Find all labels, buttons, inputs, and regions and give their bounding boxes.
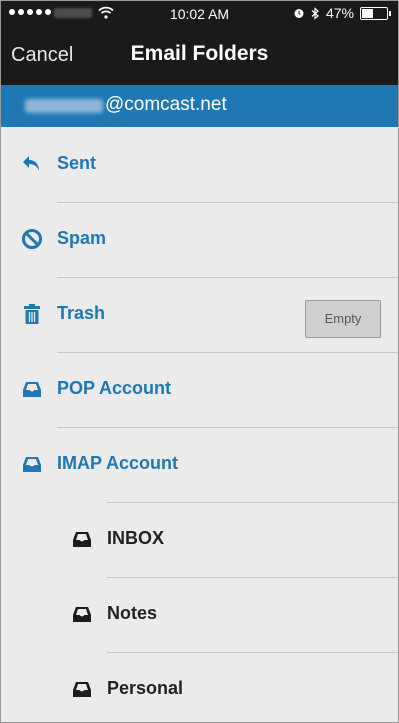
empty-trash-button[interactable]: Empty bbox=[305, 300, 381, 338]
folder-row-trash[interactable]: Trash Empty bbox=[1, 277, 398, 352]
alarm-icon bbox=[294, 9, 304, 18]
battery-icon bbox=[360, 6, 391, 20]
subfolder-row-inbox[interactable]: INBOX bbox=[1, 502, 398, 577]
status-bar: 10:02 AM 47% bbox=[1, 1, 398, 27]
account-email-domain: @comcast.net bbox=[105, 94, 227, 115]
inbox-tray-icon bbox=[23, 457, 41, 472]
subfolder-label: Personal bbox=[107, 678, 184, 698]
prohibited-icon bbox=[22, 229, 42, 249]
trash-icon bbox=[24, 304, 40, 324]
cancel-button[interactable]: Cancel bbox=[11, 44, 73, 67]
inbox-tray-icon bbox=[73, 607, 91, 622]
folder-row-sent[interactable]: Sent bbox=[1, 127, 398, 202]
email-folders-screen: 10:02 AM 47% Cancel Email Folders @comca… bbox=[0, 0, 399, 723]
inbox-tray-icon bbox=[23, 382, 41, 397]
folder-label: POP Account bbox=[57, 378, 172, 398]
folder-label: Sent bbox=[57, 153, 97, 173]
bluetooth-icon bbox=[311, 6, 319, 20]
folder-label: Spam bbox=[57, 228, 107, 248]
subfolder-label: Notes bbox=[107, 603, 158, 623]
email-username-redacted bbox=[25, 99, 103, 113]
navigation-bar: Cancel Email Folders bbox=[1, 27, 398, 85]
status-right: 47% bbox=[293, 5, 391, 21]
reply-arrow-icon bbox=[23, 156, 39, 171]
account-header: @comcast.net bbox=[1, 85, 398, 127]
battery-percent: 47% bbox=[325, 5, 354, 21]
subfolder-row-notes[interactable]: Notes bbox=[1, 577, 398, 652]
folder-label: Trash bbox=[57, 303, 106, 323]
inbox-tray-icon bbox=[73, 682, 91, 697]
subfolder-row-personal[interactable]: Personal bbox=[1, 652, 398, 722]
folder-row-spam[interactable]: Spam bbox=[1, 202, 398, 277]
folder-row-pop-account[interactable]: POP Account bbox=[1, 352, 398, 427]
inbox-tray-icon bbox=[73, 532, 91, 547]
subfolder-label: INBOX bbox=[107, 528, 165, 548]
folder-row-imap-account[interactable]: IMAP Account bbox=[1, 427, 398, 502]
battery-fill bbox=[362, 8, 374, 18]
folder-label: IMAP Account bbox=[57, 453, 179, 473]
